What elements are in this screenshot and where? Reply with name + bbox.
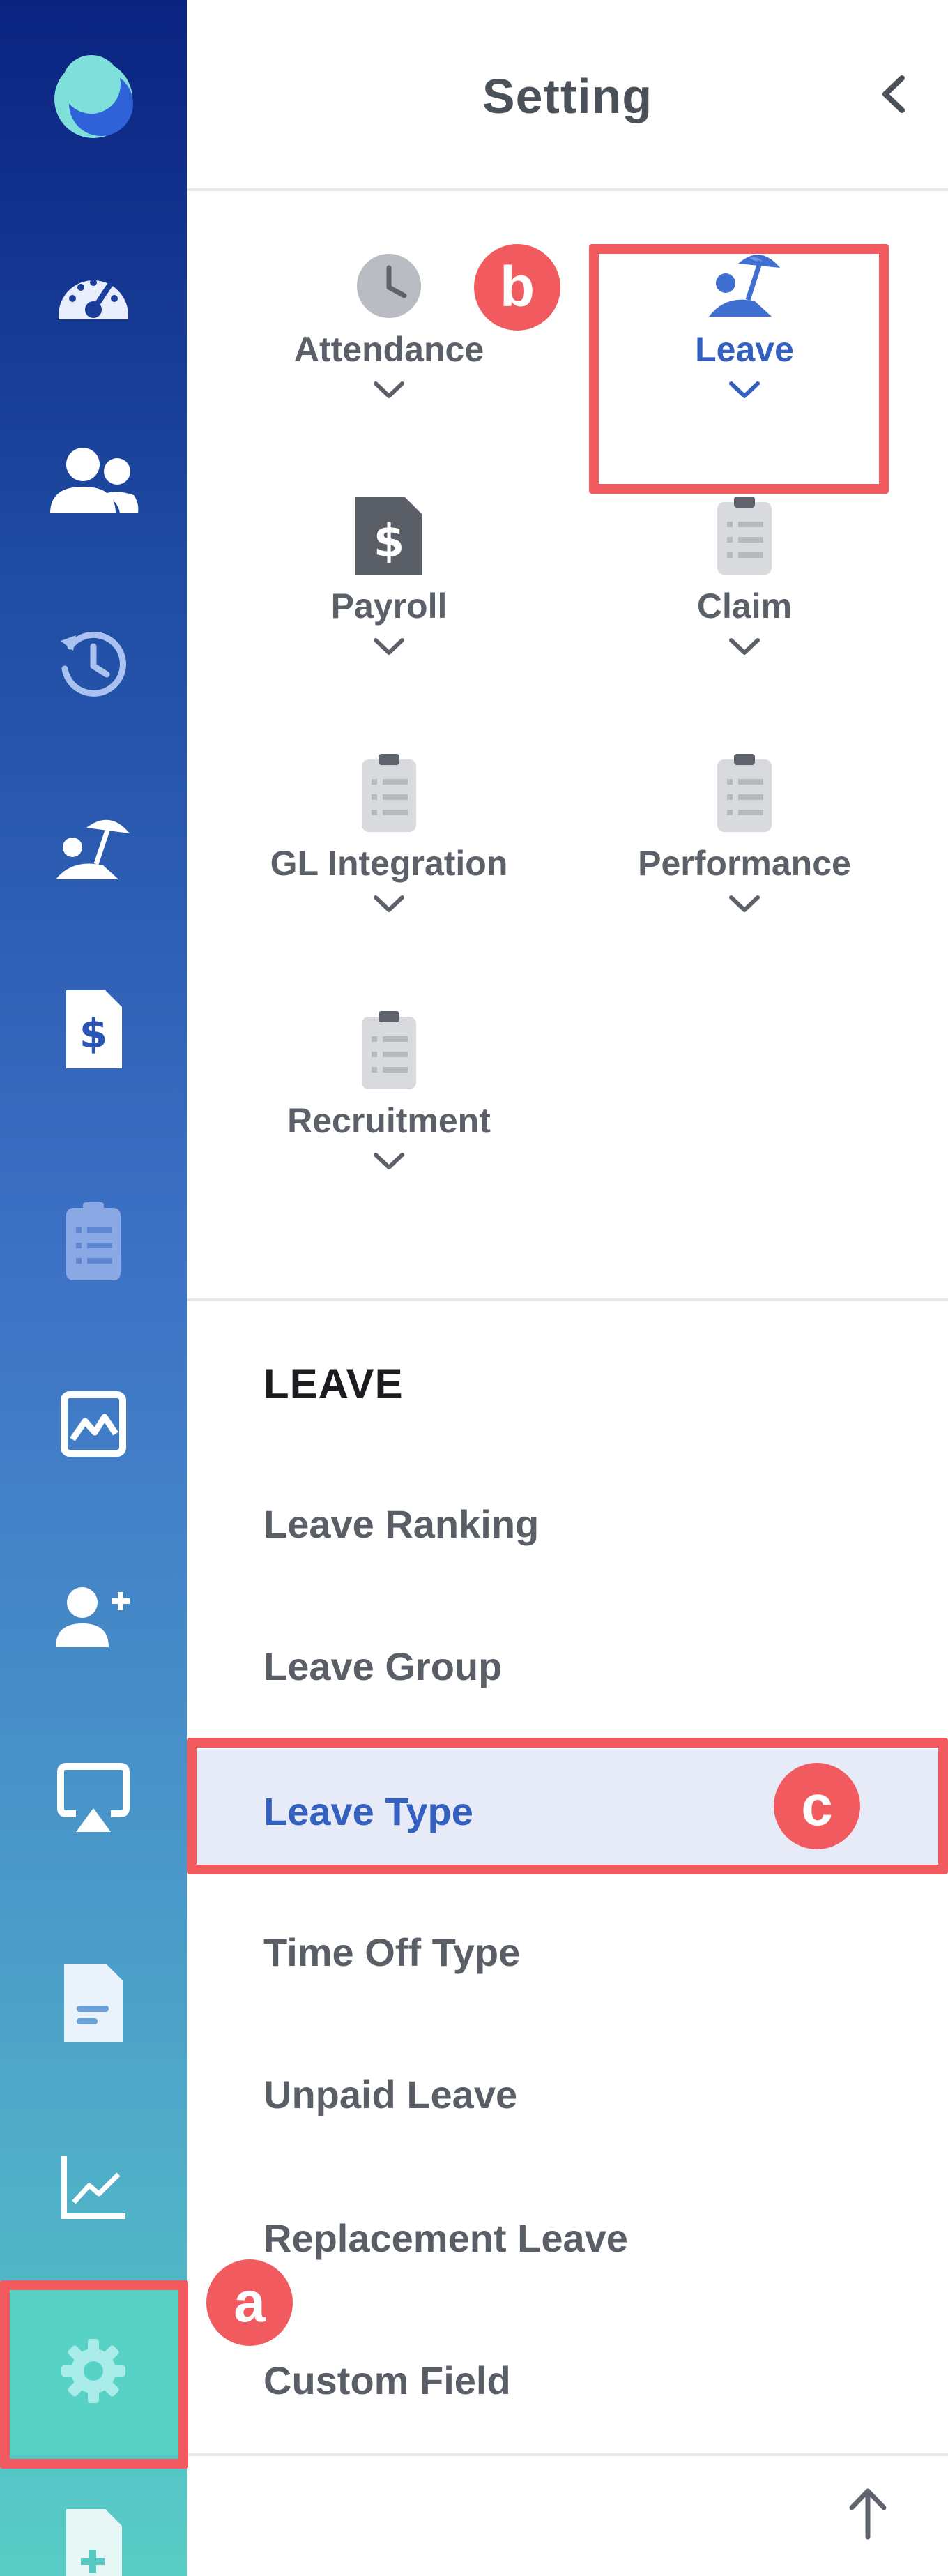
line-chart-icon	[61, 2156, 125, 2219]
chevron-left-icon	[882, 75, 905, 113]
svg-text:$: $	[79, 1010, 107, 1057]
document-icon	[64, 1964, 123, 2042]
add-user-icon	[56, 1587, 130, 1647]
collapse-panel-button[interactable]	[870, 70, 919, 119]
divider	[187, 1298, 948, 1301]
menu-item-leave-group[interactable]: Leave Group	[187, 1604, 948, 1728]
clipboard-icon	[717, 497, 772, 575]
module-label: Attendance	[293, 330, 484, 369]
module-claim[interactable]: Claim	[598, 494, 891, 689]
add-document-icon	[66, 2509, 122, 2576]
clipboard-icon	[362, 754, 416, 832]
module-label: Claim	[696, 586, 793, 626]
module-label: Payroll	[330, 586, 448, 626]
rail-item-reports[interactable]	[0, 2103, 187, 2271]
module-label: Recruitment	[287, 1101, 491, 1140]
rail-item-attendance-history[interactable]	[0, 580, 187, 748]
section-title: LEAVE	[263, 1361, 404, 1407]
rail-item-documents[interactable]	[0, 1919, 187, 2086]
annotation-badge-a: a	[206, 2259, 293, 2346]
rail-item-leave[interactable]	[0, 764, 187, 932]
arrow-up-icon	[849, 2488, 887, 2540]
rail-item-claim[interactable]	[0, 1158, 187, 1325]
side-navigation-rail: $	[0, 0, 187, 2576]
rail-item-dashboard[interactable]	[0, 207, 187, 374]
menu-item-custom-field[interactable]: Custom Field	[187, 2318, 948, 2442]
history-clock-icon	[61, 631, 126, 697]
menu-item-leave-ranking[interactable]: Leave Ranking	[187, 1462, 948, 1586]
rail-item-performance[interactable]	[0, 1340, 187, 1508]
chevron-down-icon	[374, 895, 404, 912]
module-gl-integration[interactable]: GL Integration	[243, 751, 535, 946]
chart-image-icon	[61, 1391, 126, 1457]
annotation-badge-b: b	[474, 244, 560, 331]
clipboard-icon	[717, 754, 772, 832]
chevron-down-icon	[374, 638, 404, 655]
module-performance[interactable]: Performance	[598, 751, 891, 946]
page-title: Setting	[482, 69, 653, 123]
clock-icon	[357, 254, 421, 318]
panel-header: Setting	[187, 0, 948, 191]
rail-item-more[interactable]	[0, 2485, 187, 2576]
module-payroll[interactable]: $ Payroll	[243, 494, 535, 689]
rail-item-payroll[interactable]: $	[0, 946, 187, 1113]
menu-item-replacement-leave[interactable]: Replacement Leave	[187, 2176, 948, 2300]
module-label: GL Integration	[270, 844, 508, 883]
highlight-box-settings	[0, 2280, 188, 2469]
chevron-down-icon	[374, 1153, 404, 1169]
screen-share-icon	[57, 1763, 130, 1832]
svg-text:$: $	[374, 516, 405, 568]
divider	[187, 2453, 948, 2456]
rail-item-employees[interactable]	[0, 395, 187, 563]
chevron-down-icon	[374, 381, 404, 398]
chevron-down-icon	[729, 638, 760, 655]
dollar-document-icon: $	[356, 497, 422, 575]
dollar-document-icon: $	[66, 990, 122, 1068]
highlight-box-leave-module	[589, 244, 889, 494]
chevron-down-icon	[729, 895, 760, 912]
module-recruitment[interactable]: Recruitment	[243, 1008, 535, 1204]
rail-item-training[interactable]	[0, 1714, 187, 1881]
dashboard-speedometer-icon	[59, 279, 128, 319]
menu-item-time-off-type[interactable]: Time Off Type	[187, 1890, 948, 2014]
annotation-badge-c: c	[774, 1763, 860, 1849]
module-label: Performance	[638, 844, 851, 883]
scroll-to-top-button[interactable]	[836, 2483, 899, 2545]
menu-item-unpaid-leave[interactable]: Unpaid Leave	[187, 2032, 948, 2156]
rail-item-recruitment[interactable]	[0, 1531, 187, 1699]
app-logo-icon	[54, 55, 133, 138]
clipboard-icon	[66, 1202, 121, 1280]
people-icon	[50, 448, 139, 513]
app-logo[interactable]	[0, 15, 187, 183]
clipboard-icon	[362, 1011, 416, 1089]
beach-umbrella-icon	[56, 819, 130, 879]
